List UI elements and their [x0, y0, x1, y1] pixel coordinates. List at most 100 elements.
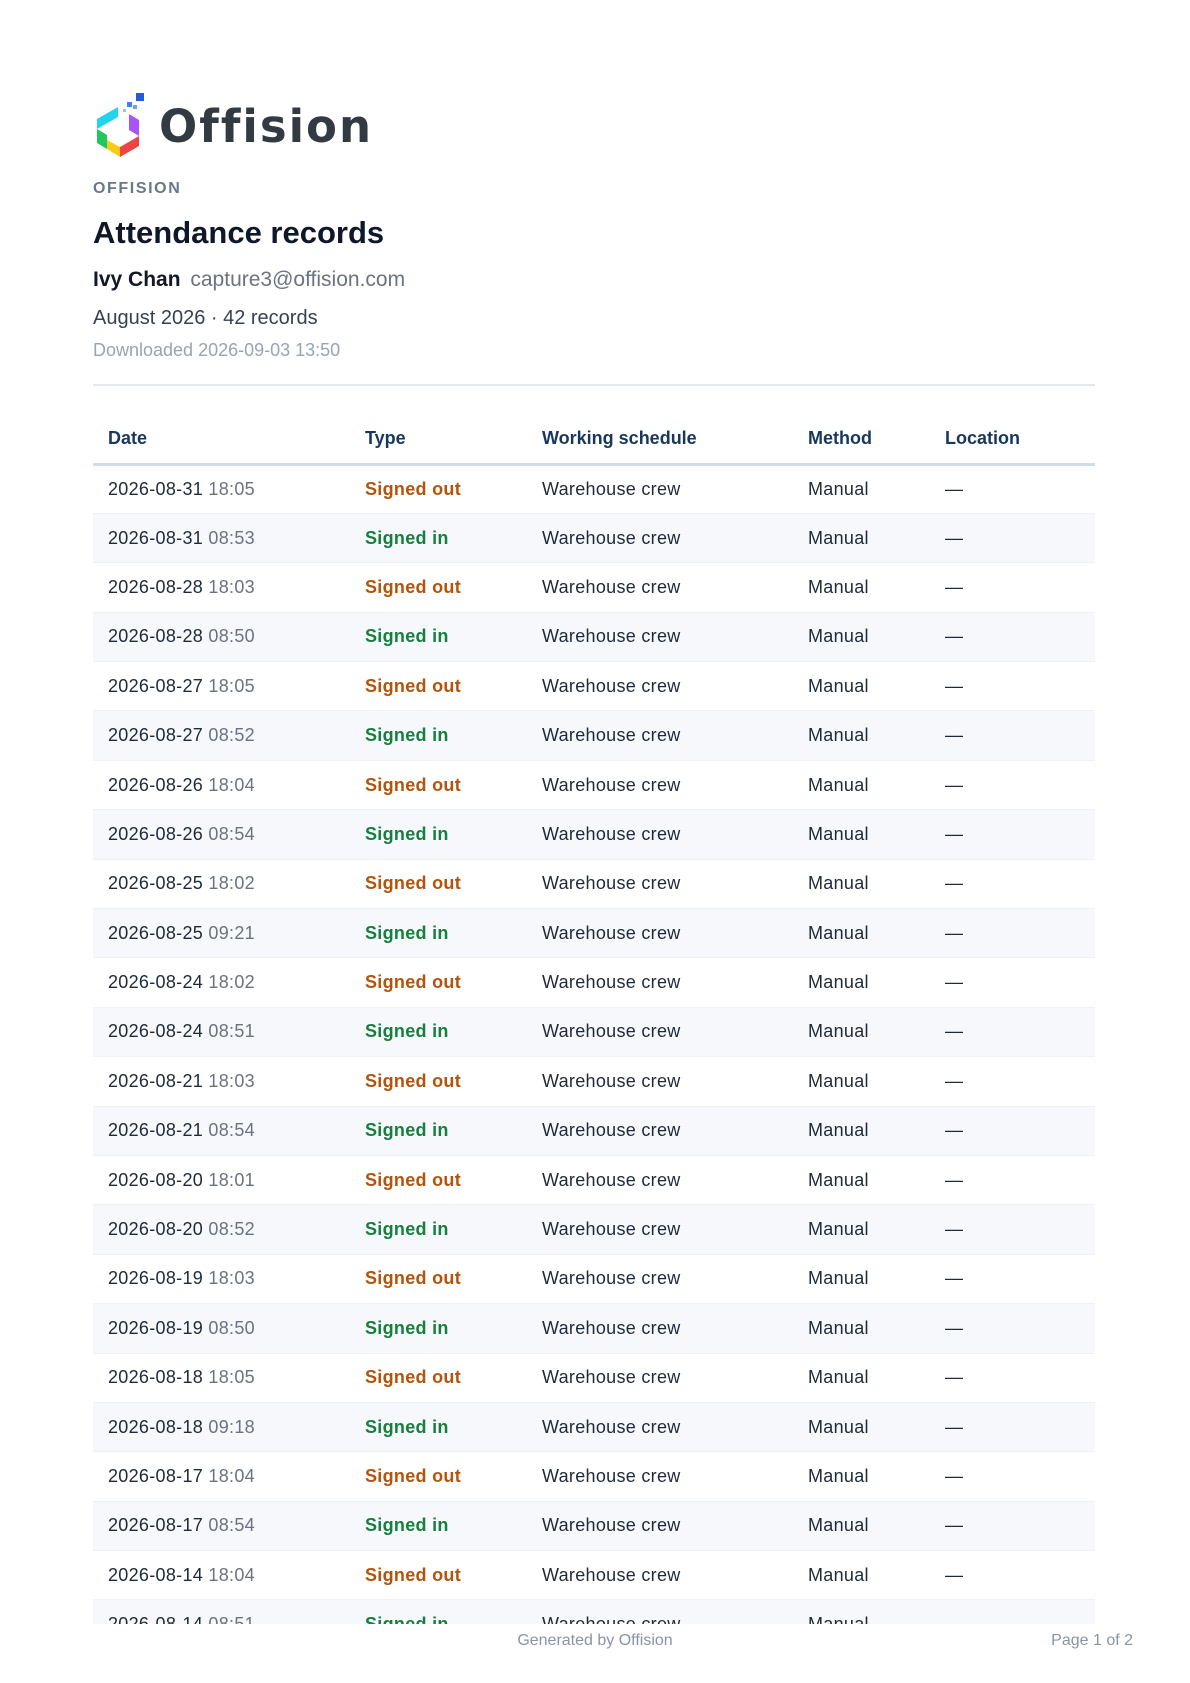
schedule-cell: Warehouse crew: [542, 957, 808, 1008]
schedule-cell: Warehouse crew: [542, 1402, 808, 1453]
schedule-cell: Warehouse crew: [542, 1106, 808, 1156]
table-row: 2026-08-31 08:53 Signed in Warehouse crew M…: [93, 513, 1095, 564]
location-cell: —: [945, 710, 1095, 761]
record-date: 2026-08-19: [108, 1268, 204, 1289]
location-cell: —: [945, 1353, 1095, 1403]
date-cell: 2026-08-28 08:50: [93, 612, 365, 663]
type-cell: Signed in: [365, 1599, 542, 1624]
location-cell: —: [945, 661, 1095, 712]
user-line: Ivy Chan capture3@offision.com: [93, 268, 405, 292]
record-time: 08:51: [208, 1614, 255, 1624]
record-time: 18:04: [208, 1564, 255, 1585]
column-header-type: Type: [365, 414, 542, 466]
record-date: 2026-08-25: [108, 873, 204, 894]
schedule-cell: Warehouse crew: [542, 1254, 808, 1305]
method-cell: Manual: [808, 1106, 945, 1156]
record-type: Signed in: [365, 922, 449, 943]
date-cell: 2026-08-24 08:51: [93, 1007, 365, 1058]
record-type: Signed out: [365, 675, 461, 696]
brand-wordmark: Offision: [159, 99, 373, 153]
schedule-cell: Warehouse crew: [542, 1353, 808, 1403]
date-cell: 2026-08-27 08:52: [93, 710, 365, 761]
method-cell: Manual: [808, 710, 945, 761]
date-cell: 2026-08-14 18:04: [93, 1550, 365, 1601]
record-time: 08:54: [208, 1120, 255, 1141]
record-type: Signed out: [365, 478, 461, 499]
table-row: 2026-08-27 18:05 Signed out Warehouse crew…: [93, 661, 1095, 712]
location-cell: —: [945, 612, 1095, 663]
type-cell: Signed in: [365, 1501, 542, 1552]
method-cell: Manual: [808, 1007, 945, 1058]
type-cell: Signed out: [365, 1254, 542, 1305]
record-type: Signed in: [365, 823, 449, 844]
table-row: 2026-08-25 09:21 Signed in Warehouse crew M…: [93, 908, 1095, 959]
record-date: 2026-08-27: [108, 675, 204, 696]
type-cell: Signed out: [365, 957, 542, 1008]
record-time: 18:03: [208, 576, 255, 597]
table-row: 2026-08-31 18:05 Signed out Warehouse crew…: [93, 464, 1095, 514]
method-cell: Manual: [808, 1303, 945, 1354]
record-type: Signed in: [365, 1515, 449, 1536]
record-date: 2026-08-25: [108, 922, 204, 943]
date-cell: 2026-08-25 09:21: [93, 908, 365, 959]
schedule-cell: Warehouse crew: [542, 809, 808, 860]
schedule-cell: Warehouse crew: [542, 1501, 808, 1552]
record-type: Signed in: [365, 1317, 449, 1338]
record-time: 08:53: [208, 527, 255, 548]
location-cell: —: [945, 1056, 1095, 1107]
offision-logo-icon: [97, 93, 144, 157]
type-cell: Signed in: [365, 1204, 542, 1255]
schedule-cell: Warehouse crew: [542, 1599, 808, 1624]
record-type: Signed in: [365, 1021, 449, 1042]
header-divider: [93, 384, 1095, 386]
date-cell: 2026-08-25 18:02: [93, 859, 365, 910]
method-cell: Manual: [808, 859, 945, 910]
record-time: 08:50: [208, 1317, 255, 1338]
schedule-cell: Warehouse crew: [542, 513, 808, 564]
location-cell: —: [945, 464, 1095, 514]
record-type: Signed in: [365, 527, 449, 548]
table-row: 2026-08-19 18:03 Signed out Warehouse crew…: [93, 1254, 1095, 1305]
record-type: Signed out: [365, 1268, 461, 1289]
date-cell: 2026-08-19 08:50: [93, 1303, 365, 1354]
type-cell: Signed in: [365, 710, 542, 761]
type-cell: Signed in: [365, 1402, 542, 1453]
table-row: 2026-08-14 18:04 Signed out Warehouse crew…: [93, 1550, 1095, 1601]
date-cell: 2026-08-24 18:02: [93, 957, 365, 1008]
type-cell: Signed out: [365, 661, 542, 712]
method-cell: Manual: [808, 1402, 945, 1453]
download-timestamp: Downloaded 2026-09-03 13:50: [93, 340, 341, 360]
date-cell: 2026-08-31 18:05: [93, 464, 365, 514]
type-cell: Signed in: [365, 1007, 542, 1058]
brand-logo: Offision: [93, 92, 373, 160]
record-date: 2026-08-18: [108, 1416, 204, 1437]
table-row: 2026-08-21 18:03 Signed out Warehouse crew…: [93, 1056, 1095, 1107]
location-cell: —: [945, 1155, 1095, 1206]
attendance-table-container: Date Type Working schedule Method Locati…: [93, 414, 1095, 1624]
location-cell: —: [945, 859, 1095, 910]
type-cell: Signed out: [365, 1353, 542, 1403]
date-cell: 2026-08-14 08:51: [93, 1599, 365, 1624]
date-cell: 2026-08-20 08:52: [93, 1204, 365, 1255]
record-type: Signed out: [365, 1564, 461, 1585]
type-cell: Signed out: [365, 1550, 542, 1601]
record-type: Signed in: [365, 1120, 449, 1141]
method-cell: Manual: [808, 908, 945, 959]
method-cell: Manual: [808, 1254, 945, 1305]
location-cell: —: [945, 1501, 1095, 1552]
date-cell: 2026-08-17 18:04: [93, 1451, 365, 1502]
record-time: 18:04: [208, 1466, 255, 1486]
location-cell: —: [945, 1106, 1095, 1156]
location-cell: —: [945, 1402, 1095, 1453]
type-cell: Signed out: [365, 1155, 542, 1206]
schedule-cell: Warehouse crew: [542, 1550, 808, 1601]
schedule-cell: Warehouse crew: [542, 1303, 808, 1354]
table-row: 2026-08-21 08:54 Signed in Warehouse crew M…: [93, 1106, 1095, 1156]
record-date: 2026-08-28: [108, 576, 204, 597]
method-cell: Manual: [808, 957, 945, 1008]
location-cell: —: [945, 809, 1095, 860]
record-time: 09:21: [208, 922, 255, 943]
method-cell: Manual: [808, 1501, 945, 1552]
method-cell: Manual: [808, 1155, 945, 1206]
record-date: 2026-08-27: [108, 725, 204, 746]
